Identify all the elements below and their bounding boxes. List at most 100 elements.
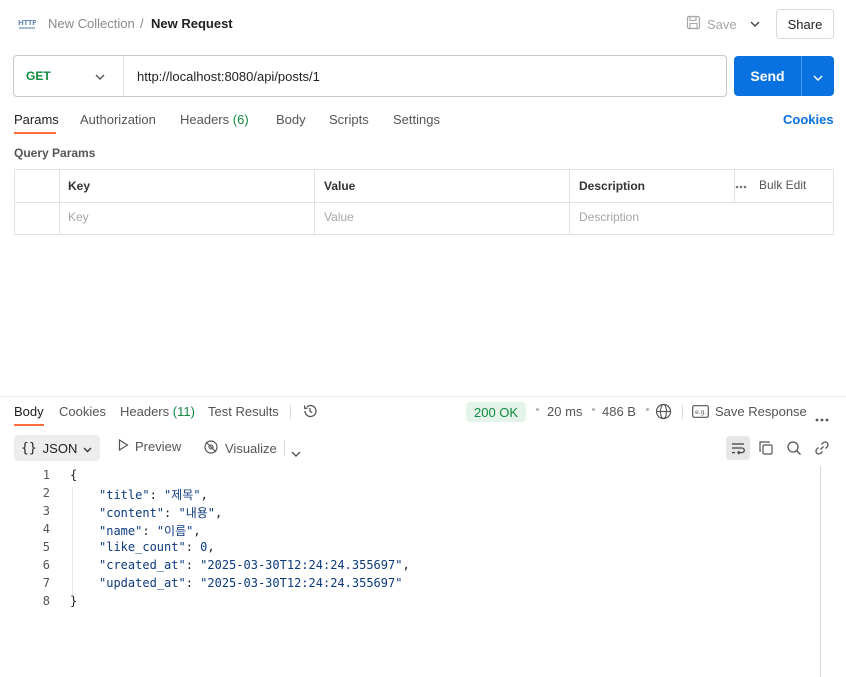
code-text: "like_count": 0, [99, 540, 215, 554]
code-line: 8} [0, 594, 800, 612]
visualize-chevron-down-icon[interactable] [291, 445, 301, 460]
share-button[interactable]: Share [776, 9, 834, 39]
code-line: 5 "like_count": 0, [0, 540, 800, 558]
visualize-button[interactable]: Visualize [203, 439, 277, 458]
format-label: JSON [42, 440, 78, 456]
code-line: 6 "created_at": "2025-03-30T12:24:24.3556… [0, 558, 800, 576]
tab-authorization[interactable]: Authorization [80, 112, 156, 127]
breadcrumb-collection[interactable]: New Collection [48, 16, 135, 31]
param-key-input[interactable]: Key [68, 210, 89, 224]
dot-separator [592, 408, 595, 411]
format-select[interactable]: {} JSON [14, 435, 100, 461]
save-label: Save [707, 16, 737, 32]
more-icon[interactable] [735, 178, 747, 192]
code-line: 3 "content": "내용", [0, 504, 800, 522]
json-punctuation: : [142, 524, 157, 538]
bulk-edit-button[interactable]: Bulk Edit [759, 178, 806, 192]
line-number: 3 [42, 504, 50, 518]
svg-text:HTTP: HTTP [18, 19, 36, 27]
tab-body[interactable]: Body [276, 112, 306, 127]
separator [682, 405, 683, 419]
json-punctuation: { [70, 468, 78, 482]
http-icon: HTTP [18, 16, 38, 30]
param-value-input[interactable]: Value [324, 210, 354, 224]
save-button[interactable]: Save [686, 10, 740, 38]
code-line: 4 "name": "이름", [0, 522, 800, 540]
code-line: 7 "updated_at": "2025-03-30T12:24:24.3556… [0, 576, 800, 594]
chevron-down-icon [95, 69, 105, 83]
link-icon[interactable] [810, 436, 834, 460]
query-params-title: Query Params [14, 146, 96, 160]
tab-params[interactable]: Params [14, 112, 59, 127]
response-tab-headers-label: Headers [120, 404, 170, 419]
active-tab-indicator [14, 132, 56, 134]
response-divider[interactable] [0, 396, 846, 397]
json-string: "제목" [164, 488, 201, 502]
json-punctuation: , [402, 558, 410, 572]
copy-icon[interactable] [754, 436, 778, 460]
globe-icon[interactable] [655, 403, 672, 423]
response-size[interactable]: 486 B [602, 404, 636, 419]
preview-button[interactable]: Preview [118, 438, 181, 454]
json-string: "2025-03-30T12:24:24.355697" [200, 576, 403, 590]
visualize-icon [203, 439, 219, 458]
column-header-value: Value [324, 179, 356, 193]
json-punctuation: : [164, 506, 179, 520]
json-punctuation: , [207, 540, 215, 554]
query-params-table: Key Value Description Bulk Edit Key Valu… [14, 169, 834, 235]
save-response-button[interactable]: Save Response [715, 404, 807, 419]
more-icon[interactable] [815, 410, 829, 425]
json-key: "content" [99, 506, 165, 520]
url-input[interactable]: http://localhost:8080/api/posts/1 [124, 69, 320, 84]
save-response-icon: e.g. [692, 405, 709, 421]
visualize-label: Visualize [225, 441, 277, 456]
breadcrumb-separator: / [140, 16, 144, 31]
code-line: 2 "title": "제목", [0, 486, 800, 504]
url-bar: GET http://localhost:8080/api/posts/1 [13, 55, 727, 97]
json-string: "이름" [156, 524, 194, 538]
tab-headers-label: Headers [180, 112, 230, 127]
scrollbar[interactable] [820, 466, 821, 677]
send-options-chevron-down-icon[interactable] [802, 69, 834, 84]
search-icon[interactable] [782, 436, 806, 460]
json-key: "name" [99, 524, 143, 538]
save-options-chevron-down-icon[interactable] [744, 10, 766, 38]
status-badge[interactable]: 200 OK [466, 402, 527, 422]
cookies-link[interactable]: Cookies [783, 112, 834, 127]
json-punctuation: } [70, 594, 78, 608]
separator [290, 405, 291, 419]
code-text: } [70, 594, 77, 608]
tab-headers[interactable]: Headers (6) [180, 112, 249, 127]
response-tab-body[interactable]: Body [14, 404, 44, 419]
method-select[interactable]: GET [14, 56, 124, 96]
line-number: 4 [42, 522, 50, 536]
tab-settings[interactable]: Settings [393, 112, 440, 127]
json-key: "title" [99, 488, 150, 502]
json-punctuation: , [200, 488, 208, 502]
code-text: "name": "이름", [99, 522, 201, 539]
json-punctuation: , [215, 506, 223, 520]
line-number: 2 [42, 486, 50, 500]
send-button[interactable]: Send [734, 68, 801, 84]
method-label: GET [26, 69, 51, 83]
json-punctuation: : [185, 558, 201, 572]
line-number: 5 [42, 540, 50, 554]
response-tab-cookies[interactable]: Cookies [59, 404, 106, 419]
param-description-input[interactable]: Description [579, 210, 639, 224]
json-key: "created_at" [99, 558, 186, 572]
json-string: "2025-03-30T12:24:24.355697" [200, 558, 403, 572]
tab-scripts[interactable]: Scripts [329, 112, 369, 127]
wrap-lines-icon[interactable] [726, 436, 750, 460]
svg-text:e.g.: e.g. [695, 409, 706, 416]
request-title[interactable]: New Request [151, 16, 233, 31]
column-header-description: Description [579, 179, 646, 193]
history-icon[interactable] [302, 403, 318, 422]
line-number: 6 [42, 558, 50, 572]
response-time[interactable]: 20 ms [547, 404, 582, 419]
json-punctuation: , [193, 524, 201, 538]
tab-headers-count: (6) [232, 112, 249, 127]
response-tab-headers[interactable]: Headers (11) [120, 404, 195, 419]
braces-icon: {} [21, 440, 37, 456]
json-punctuation: : [149, 488, 165, 502]
response-tab-test-results[interactable]: Test Results [208, 404, 279, 419]
